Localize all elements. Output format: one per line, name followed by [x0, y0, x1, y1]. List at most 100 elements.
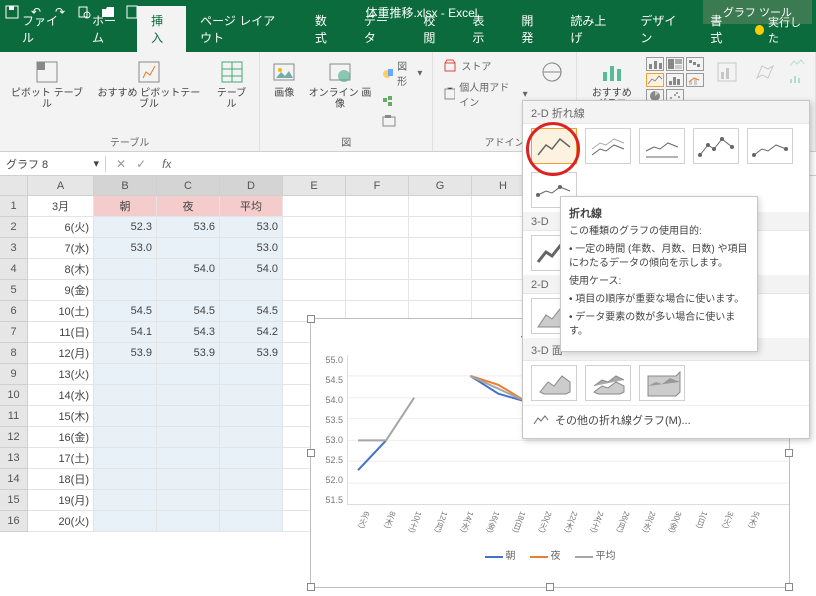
cell[interactable] [220, 280, 283, 301]
stacked-marker-thumb[interactable] [747, 128, 793, 164]
cell[interactable] [157, 427, 220, 448]
row-header[interactable]: 2 [0, 217, 28, 238]
combo-chart-button[interactable] [686, 73, 704, 87]
bing-button[interactable] [536, 56, 568, 88]
cell[interactable]: 12(月) [28, 343, 94, 364]
cell[interactable]: 3月 [28, 196, 94, 217]
row-header[interactable]: 10 [0, 385, 28, 406]
cell[interactable]: 平均 [220, 196, 283, 217]
picture-button[interactable]: 画像 [268, 56, 300, 101]
tab-read[interactable]: 読み上げ [556, 6, 626, 52]
smartart-button[interactable] [380, 92, 425, 110]
sparkline-col[interactable] [787, 72, 807, 86]
row-header[interactable]: 5 [0, 280, 28, 301]
cell[interactable]: 53.0 [94, 238, 157, 259]
cell[interactable]: 54.0 [157, 259, 220, 280]
row-header[interactable]: 7 [0, 322, 28, 343]
line-chart-thumb[interactable] [531, 128, 577, 164]
cell[interactable] [283, 280, 346, 301]
tab-data[interactable]: データ [350, 6, 410, 52]
row-header[interactable]: 1 [0, 196, 28, 217]
cell[interactable]: 14(水) [28, 385, 94, 406]
cell[interactable]: 54.2 [220, 322, 283, 343]
cell[interactable]: 17(土) [28, 448, 94, 469]
row-header[interactable]: 4 [0, 259, 28, 280]
cell[interactable] [157, 385, 220, 406]
cell[interactable]: 7(水) [28, 238, 94, 259]
row-header[interactable]: 15 [0, 490, 28, 511]
cell[interactable] [157, 469, 220, 490]
tab-dev[interactable]: 開発 [507, 6, 556, 52]
sparkline-line[interactable] [787, 56, 807, 70]
3d-area-thumb-1[interactable] [531, 365, 577, 401]
cell[interactable] [346, 196, 409, 217]
cell[interactable]: 15(木) [28, 406, 94, 427]
cell[interactable] [94, 364, 157, 385]
cell[interactable]: 54.0 [220, 259, 283, 280]
cell[interactable] [409, 238, 472, 259]
online-pic-button[interactable]: オンライン 画像 [306, 56, 374, 112]
cell[interactable]: 18(日) [28, 469, 94, 490]
pivot-chart-button[interactable] [711, 56, 743, 88]
cell[interactable] [94, 490, 157, 511]
cell[interactable] [94, 511, 157, 532]
row-header[interactable]: 11 [0, 406, 28, 427]
cell[interactable] [346, 280, 409, 301]
cell[interactable]: 53.0 [220, 217, 283, 238]
cell[interactable]: 6(火) [28, 217, 94, 238]
col-header-e[interactable]: E [283, 176, 346, 196]
3d-map-button[interactable] [749, 56, 781, 88]
cell[interactable]: 11(日) [28, 322, 94, 343]
cell[interactable] [157, 511, 220, 532]
stacked-line-thumb[interactable] [585, 128, 631, 164]
cell[interactable] [283, 217, 346, 238]
cell[interactable]: 8(木) [28, 259, 94, 280]
cell[interactable]: 13(火) [28, 364, 94, 385]
cell[interactable] [346, 217, 409, 238]
row-header[interactable]: 16 [0, 511, 28, 532]
cell[interactable] [283, 196, 346, 217]
cell[interactable] [220, 511, 283, 532]
cell[interactable]: 54.1 [94, 322, 157, 343]
pct-line-thumb[interactable] [639, 128, 685, 164]
col-header-a[interactable]: A [28, 176, 94, 196]
cell[interactable]: 53.6 [157, 217, 220, 238]
cell[interactable] [94, 259, 157, 280]
tab-page-layout[interactable]: ページ レイアウト [186, 6, 301, 52]
tab-review[interactable]: 校閲 [409, 6, 458, 52]
more-line-charts[interactable]: その他の折れ線グラフ(M)... [523, 405, 809, 434]
name-box[interactable]: グラフ 8▾ [0, 156, 106, 172]
tab-home[interactable]: ホーム [78, 6, 137, 52]
row-header[interactable]: 13 [0, 448, 28, 469]
hier-chart-button[interactable] [666, 57, 684, 71]
tab-view[interactable]: 表示 [458, 6, 507, 52]
cell[interactable] [220, 406, 283, 427]
col-header-d[interactable]: D [220, 176, 283, 196]
tab-file[interactable]: ファイル [8, 6, 78, 52]
cell[interactable]: 20(火) [28, 511, 94, 532]
cell[interactable] [220, 385, 283, 406]
col-header-c[interactable]: C [157, 176, 220, 196]
row-header[interactable]: 6 [0, 301, 28, 322]
marker-line-thumb[interactable] [693, 128, 739, 164]
cell[interactable]: 52.3 [94, 217, 157, 238]
rec-pivot-button[interactable]: おすすめ ピボットテーブル [92, 56, 206, 112]
cell[interactable] [346, 238, 409, 259]
select-all-corner[interactable] [0, 176, 28, 196]
cell[interactable] [94, 427, 157, 448]
cell[interactable] [220, 364, 283, 385]
cell[interactable] [409, 259, 472, 280]
cell[interactable]: 53.9 [220, 343, 283, 364]
cell[interactable]: 54.3 [157, 322, 220, 343]
tab-insert[interactable]: 挿入 [137, 6, 186, 52]
cell[interactable]: 9(金) [28, 280, 94, 301]
cell[interactable]: 16(金) [28, 427, 94, 448]
cell[interactable]: 54.5 [157, 301, 220, 322]
col-header-b[interactable]: B [94, 176, 157, 196]
chevron-down-icon[interactable]: ▾ [93, 157, 99, 170]
cell[interactable] [94, 280, 157, 301]
line-chart-button[interactable] [646, 73, 664, 87]
cell[interactable]: 53.0 [220, 238, 283, 259]
col-chart-button[interactable] [646, 57, 664, 71]
tab-format[interactable]: 書式 [696, 6, 745, 52]
